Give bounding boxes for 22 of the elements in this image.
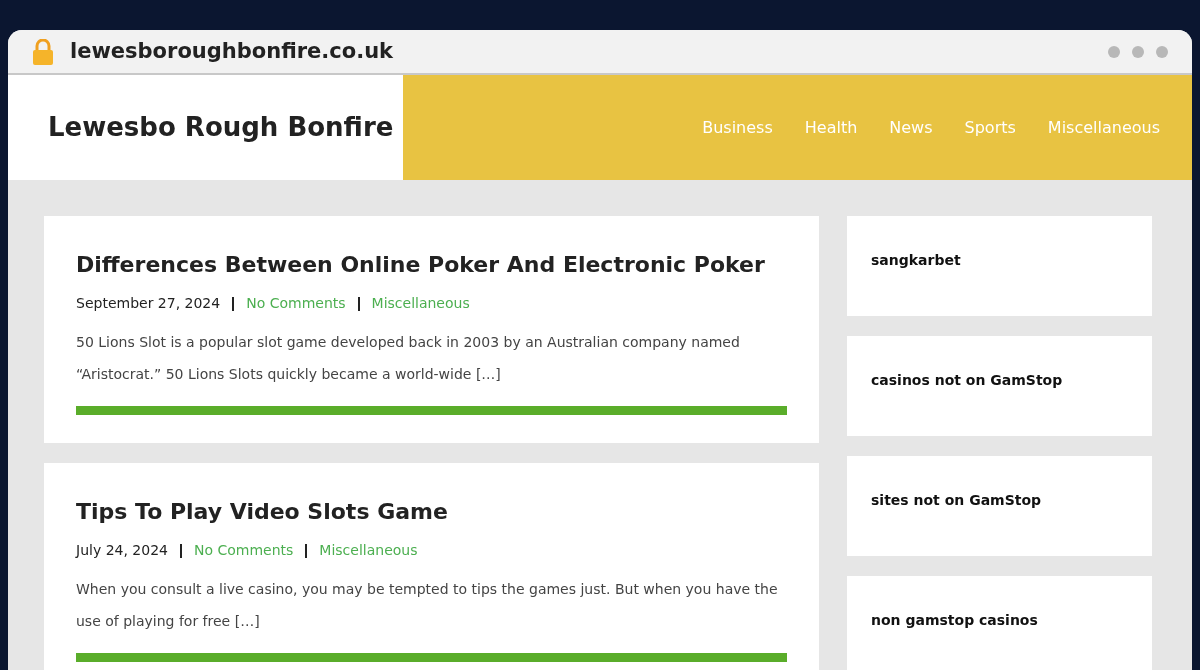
post-date: September 27, 2024 [76,294,222,313]
lock-icon [32,38,54,65]
comments-link[interactable]: No Comments [234,293,358,314]
sidebar-link[interactable]: casinos not on GamStop [871,372,1063,388]
post-date: July 24, 2024 [76,541,169,560]
comments-link[interactable]: No Comments [182,540,306,561]
category-link[interactable]: Miscellaneous [307,540,418,561]
category-link[interactable]: Miscellaneous [359,293,470,314]
post-title[interactable]: Differences Between Online Poker And Electronic Poker [76,248,787,281]
sidebar-link[interactable]: non gamstop casinos [871,612,1038,628]
nav-link[interactable]: Business [702,115,773,140]
nav-link[interactable]: Health [804,115,858,140]
nav-link[interactable]: News [889,115,933,140]
nav-link[interactable]: Sports [964,115,1016,140]
site-title[interactable]: Lewesbo Rough Bonfire [48,108,394,147]
post-title[interactable]: Tips To Play Video Slots Game [76,495,787,528]
sidebar-link[interactable]: sites not on GamStop [871,492,1042,508]
post-excerpt: 50 Lions Slot is a popular slot game developed back in 2003 by an Australian company named “Aristocrat.” 50 Lions Slots quickly became a world-wide […] [76,333,741,384]
url-text[interactable]: lewesboroughbonfire.co.uk [70,35,394,68]
sidebar-link[interactable]: sangkarbet [871,252,961,268]
post-excerpt: When you consult a live casino, you may be tempted to tips the games just. But when you have the use of playing for free […] [76,580,779,631]
nav-link[interactable]: Miscellaneous [1047,115,1160,140]
